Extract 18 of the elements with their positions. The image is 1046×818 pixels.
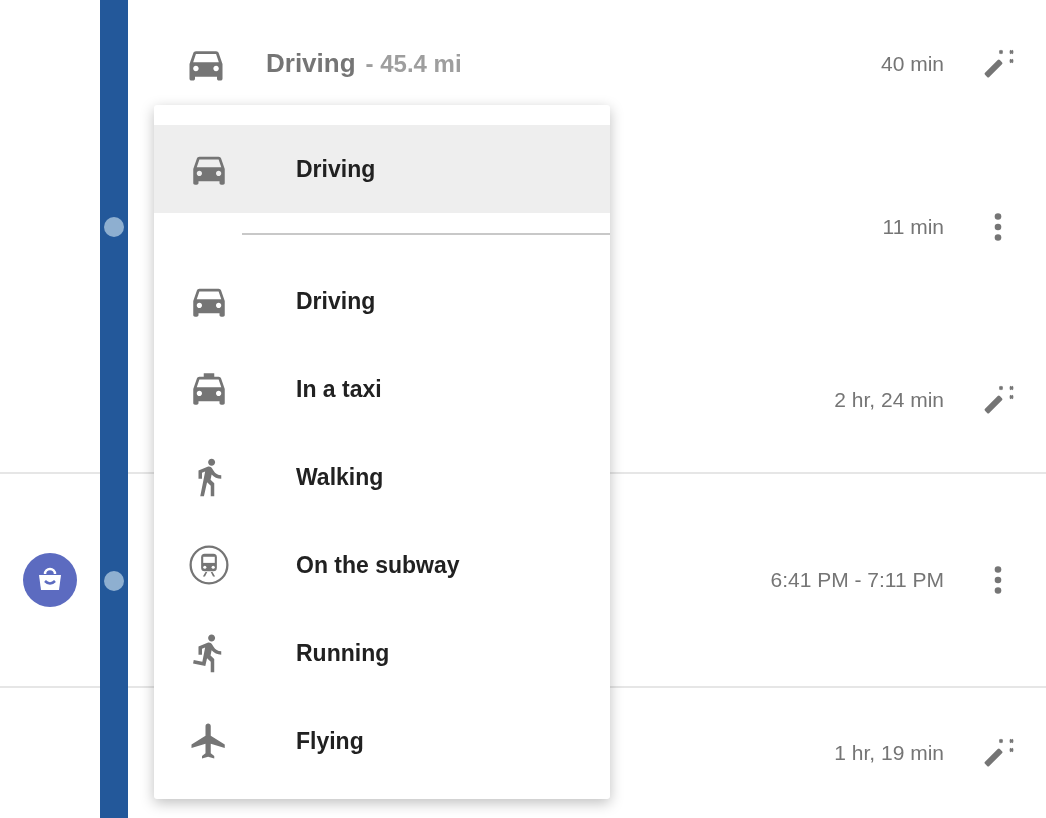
menu-item[interactable]: Flying	[154, 697, 610, 785]
shopping-bag-icon	[23, 553, 77, 607]
timeline-dot	[104, 217, 124, 237]
menu-item[interactable]: Walking	[154, 433, 610, 521]
menu-item[interactable]: In a taxi	[154, 345, 610, 433]
menu-item[interactable]: On the subway	[154, 521, 610, 609]
menu-item[interactable]: Running	[154, 609, 610, 697]
menu-item[interactable]: Driving	[154, 257, 610, 345]
duration-label: 40 min	[880, 50, 944, 77]
travel-mode-label[interactable]: Driving	[266, 44, 356, 83]
train-icon	[188, 544, 230, 586]
duration-label: 1 hr, 19 min	[834, 740, 944, 767]
duration-label: 2 hr, 24 min	[834, 386, 944, 413]
menu-item[interactable]: Driving	[154, 125, 610, 213]
duration-label: 6:41 PM - 7:11 PM	[770, 567, 944, 594]
distance-label: - 45.4 mi	[365, 48, 462, 79]
duration-label: 11 min	[882, 214, 944, 241]
timeline-dot	[104, 571, 124, 591]
